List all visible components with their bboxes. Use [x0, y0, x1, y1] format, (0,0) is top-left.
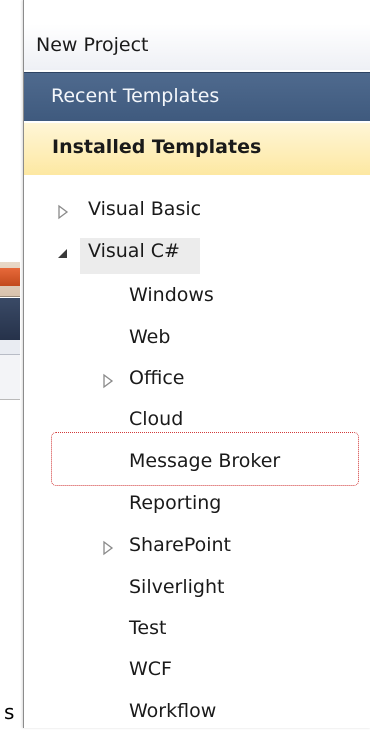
installed-templates-header[interactable]: Installed Templates	[24, 123, 370, 175]
tree-node-label: Visual C#	[88, 240, 180, 262]
tree-node-label: Web	[129, 326, 171, 348]
tree-node-label: SharePoint	[129, 534, 232, 556]
expand-arrow-icon[interactable]	[102, 540, 114, 556]
background-window: s	[0, 0, 20, 728]
tree-node-label: Windows	[129, 284, 214, 306]
tree-node-test[interactable]: Test	[129, 617, 329, 647]
expand-arrow-icon[interactable]	[57, 204, 69, 220]
tree-node-windows[interactable]: Windows	[129, 284, 329, 314]
installed-templates-label: Installed Templates	[52, 136, 262, 158]
dialog-title-bar: New Project	[24, 24, 370, 70]
tree-node-label: Message Broker	[129, 450, 281, 472]
expand-arrow-icon[interactable]	[102, 373, 114, 389]
tree-node-label: Reporting	[129, 492, 222, 514]
background-toolbar	[0, 298, 20, 340]
new-project-dialog: New Project Recent Templates Installed T…	[23, 0, 370, 728]
background-partial-text: s	[4, 700, 15, 724]
tree-node-office[interactable]: Office	[102, 367, 322, 397]
tree-node-label: Silverlight	[129, 576, 225, 598]
recent-templates-header[interactable]: Recent Templates	[24, 72, 370, 121]
recent-templates-label: Recent Templates	[51, 85, 220, 107]
tree-node-label: Test	[129, 617, 167, 639]
dialog-title: New Project	[36, 34, 149, 56]
collapse-arrow-icon[interactable]	[57, 248, 69, 264]
tree-node-label: WCF	[129, 658, 172, 680]
tree-node-message-broker[interactable]: Message Broker	[129, 450, 349, 480]
tree-node-reporting[interactable]: Reporting	[129, 492, 329, 522]
tree-node-workflow[interactable]: Workflow	[129, 700, 329, 730]
tree-node-label: Office	[129, 367, 185, 389]
tree-node-label: Visual Basic	[88, 198, 202, 220]
tree-node-sharepoint[interactable]: SharePoint	[102, 534, 322, 564]
tree-node-silverlight[interactable]: Silverlight	[129, 576, 329, 606]
tree-node-visual-csharp[interactable]: Visual C#	[52, 240, 252, 270]
tree-node-label: Workflow	[129, 700, 217, 722]
tree-node-visual-basic[interactable]: Visual Basic	[52, 198, 252, 228]
tree-node-web[interactable]: Web	[129, 326, 329, 356]
tree-node-wcf[interactable]: WCF	[129, 658, 329, 688]
background-accent	[0, 268, 20, 286]
background-strip	[0, 340, 20, 355]
background-body	[0, 355, 20, 400]
tree-node-label: Cloud	[129, 408, 184, 430]
